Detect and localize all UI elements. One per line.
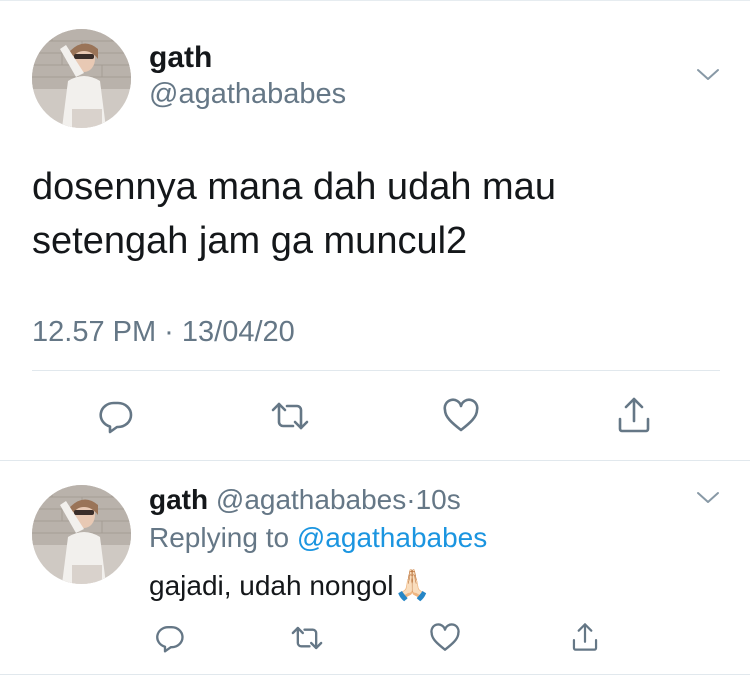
reply-icon [156, 625, 184, 653]
share-icon [572, 623, 598, 651]
replying-prefix: Replying to [149, 522, 290, 553]
reply-text: gajadi, udah nongol🙏🏻 [149, 566, 431, 606]
retweet-icon [271, 402, 309, 430]
display-name[interactable]: gath [149, 40, 212, 76]
tweet-text-line: dosennya mana dah udah mau [32, 166, 556, 208]
retweet-button[interactable] [268, 396, 312, 436]
handle[interactable]: @agathababes [149, 76, 346, 112]
chevron-down-icon[interactable] [696, 487, 720, 507]
top-border [0, 0, 750, 1]
heart-icon [430, 623, 460, 651]
avatar[interactable] [32, 29, 131, 128]
reply-icon [99, 401, 133, 434]
tweet-text-line: setengah jam ga muncul2 [32, 220, 468, 262]
handle[interactable]: @agathababes [216, 484, 406, 515]
share-button[interactable] [568, 619, 602, 655]
praying-hands-emoji: 🙏🏻 [393, 569, 431, 602]
heart-icon [443, 398, 479, 432]
separator: · [406, 484, 416, 515]
replying-to: Replying to @agathababes [149, 520, 487, 556]
tweet-separator [0, 460, 750, 461]
bottom-border [0, 674, 750, 675]
reply-button[interactable] [96, 396, 136, 436]
reply-text-body: gajadi, udah nongol [149, 570, 394, 601]
reply-header: gath @agathababes·10s [149, 482, 461, 518]
share-icon [618, 397, 650, 433]
tweet-age: 10s [415, 484, 461, 515]
chevron-down-icon[interactable] [696, 64, 720, 84]
avatar-image [32, 29, 131, 128]
avatar[interactable] [32, 485, 131, 584]
like-button[interactable] [428, 621, 462, 655]
avatar-image [32, 485, 131, 584]
timestamp[interactable]: 12.57 PM · 13/04/20 [32, 314, 295, 350]
reply-button[interactable] [153, 621, 187, 655]
share-button[interactable] [614, 394, 654, 436]
retweet-icon [291, 626, 323, 650]
like-button[interactable] [440, 396, 482, 436]
retweet-button[interactable] [288, 621, 326, 655]
display-name[interactable]: gath [149, 484, 208, 515]
replying-to-link[interactable]: @agathababes [297, 522, 487, 553]
divider [32, 370, 720, 371]
tweet-text: dosennya mana dah udah mau setengah jam … [32, 160, 556, 268]
